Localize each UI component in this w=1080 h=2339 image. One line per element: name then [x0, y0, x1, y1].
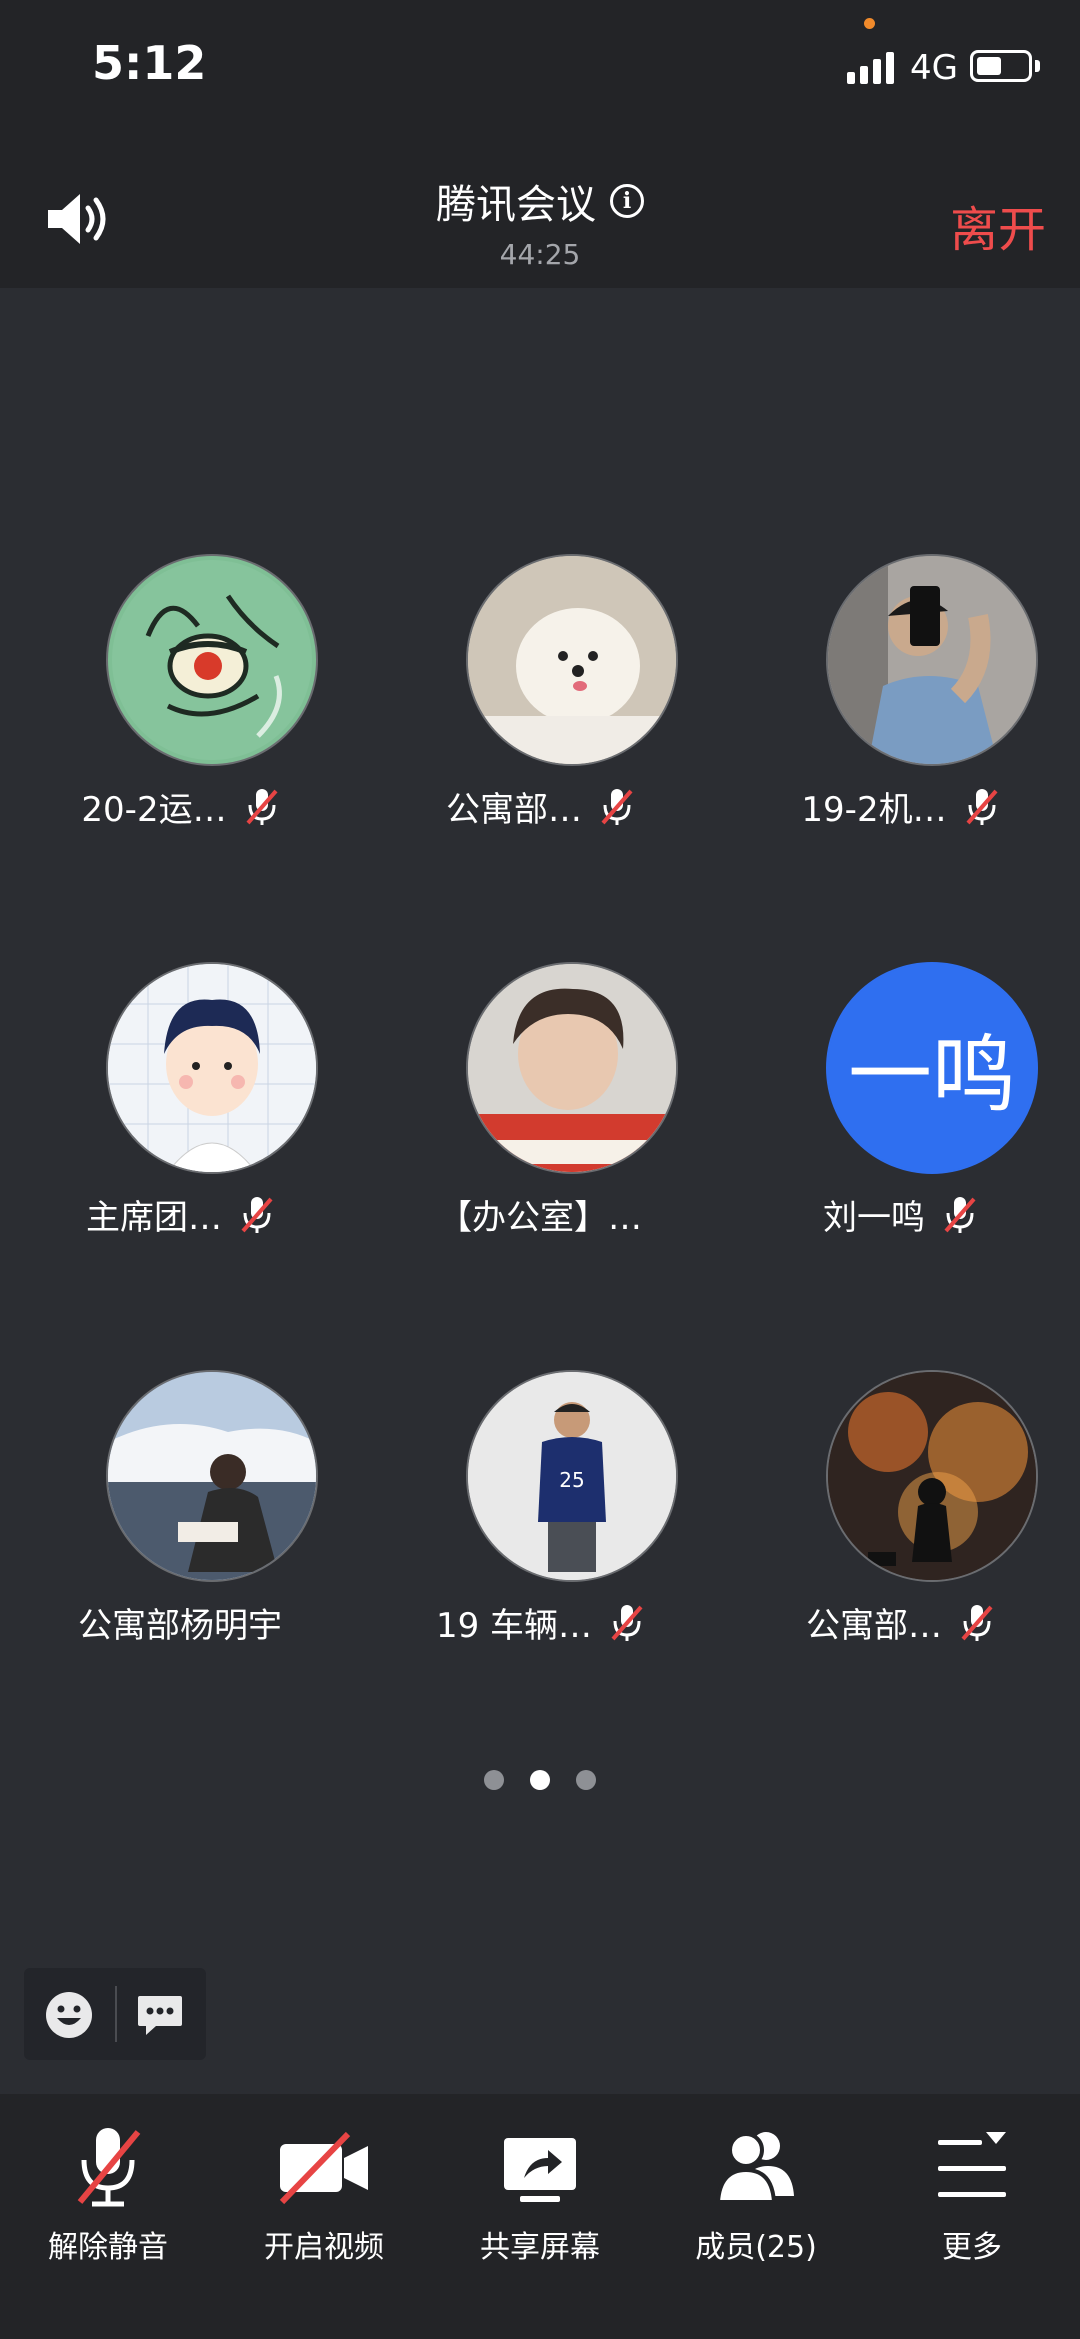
participant-name: 19-2机…: [801, 790, 947, 830]
battery-tip: [1035, 60, 1040, 72]
participant-tile[interactable]: 一鸣 刘一鸣: [720, 958, 1080, 1258]
toolbar-label: 共享屏幕: [480, 2230, 600, 2265]
svg-text:25: 25: [559, 1468, 584, 1492]
participant-tile[interactable]: 公寓部…: [720, 1366, 1080, 1666]
avatar: [106, 1370, 318, 1582]
participant-name: 19 车辆…: [435, 1606, 593, 1646]
avatar: [106, 554, 318, 766]
bottom-toolbar: 解除静音 开启视频 共享屏幕 成员(25) 更多: [0, 2094, 1080, 2339]
participant-tile[interactable]: 25 19 车辆…: [360, 1366, 720, 1666]
avatar-initials: 一鸣: [847, 1025, 1016, 1124]
toolbar-label: 成员(25): [695, 2230, 817, 2265]
mic-muted-icon: [611, 1604, 643, 1641]
page-dot-active[interactable]: [530, 1770, 550, 1790]
chat-icon[interactable]: [136, 1992, 184, 2038]
toolbar-label: 开启视频: [264, 2230, 384, 2265]
cellular-signal-icon: [847, 50, 897, 84]
avatar: 25: [466, 1370, 678, 1582]
participant-name: 公寓部杨明宇: [78, 1606, 282, 1646]
share-screen-button[interactable]: 共享屏幕: [432, 2112, 648, 2312]
mic-muted-icon: [966, 788, 998, 825]
unmute-button[interactable]: 解除静音: [0, 2112, 216, 2312]
members-button[interactable]: 成员(25): [648, 2112, 864, 2312]
toolbar-label: 更多: [942, 2230, 1002, 2265]
participant-name: 公寓部…: [446, 790, 582, 830]
participant-tile[interactable]: 【办公室】…: [360, 958, 720, 1258]
avatar: [106, 962, 318, 1174]
more-button[interactable]: 更多: [864, 2112, 1080, 2312]
participant-tile[interactable]: 19-2机…: [720, 550, 1080, 850]
more-icon: [938, 2132, 1006, 2197]
participant-tile[interactable]: 公寓部…: [360, 550, 720, 850]
status-bar: 5:12 4G: [0, 0, 1080, 130]
mic-muted-icon: [241, 1196, 273, 1233]
participant-tile[interactable]: 主席团…: [0, 958, 360, 1258]
reaction-panel: [24, 1968, 206, 2060]
mic-muted-icon: [246, 788, 278, 825]
meeting-title: 腾讯会议: [436, 182, 596, 228]
avatar: [826, 1370, 1038, 1582]
participant-tile[interactable]: 20-2运…: [0, 550, 360, 850]
recording-indicator-dot: [864, 18, 875, 29]
start-video-button[interactable]: 开启视频: [216, 2112, 432, 2312]
page-dot[interactable]: [484, 1770, 504, 1790]
toolbar-label: 解除静音: [48, 2230, 168, 2265]
mic-muted-icon: [961, 1604, 993, 1641]
mic-muted-icon: [601, 788, 633, 825]
video-off-icon: [279, 2131, 368, 2205]
participant-name: 【办公室】…: [438, 1198, 642, 1238]
meeting-header: 腾讯会议 i 44:25 离开: [0, 130, 1080, 288]
info-icon[interactable]: i: [610, 184, 644, 218]
page-dot[interactable]: [576, 1770, 596, 1790]
participant-tile[interactable]: 公寓部杨明宇: [0, 1366, 360, 1666]
participant-name: 主席团…: [86, 1198, 222, 1238]
mic-muted-icon: [944, 1196, 976, 1233]
avatar: [466, 554, 678, 766]
leave-button[interactable]: 离开: [950, 190, 1046, 260]
participant-name: 20-2运…: [81, 790, 227, 830]
status-time: 5:12: [92, 36, 207, 90]
emoji-icon[interactable]: [44, 1990, 94, 2040]
share-screen-icon: [504, 2138, 576, 2202]
network-type: 4G: [910, 48, 958, 88]
mic-muted-icon: [77, 2128, 141, 2207]
page-indicator[interactable]: [0, 1770, 1080, 1790]
members-icon: [715, 2132, 794, 2204]
battery-icon: [970, 50, 1032, 82]
avatar: [826, 554, 1038, 766]
avatar: [466, 962, 678, 1174]
meeting-timer: 44:25: [499, 238, 581, 271]
participant-name: 公寓部…: [806, 1606, 942, 1646]
meeting-title-row: 腾讯会议 i: [0, 172, 1080, 230]
avatar: 一鸣: [826, 962, 1038, 1174]
participant-name: 刘一鸣: [823, 1198, 925, 1238]
